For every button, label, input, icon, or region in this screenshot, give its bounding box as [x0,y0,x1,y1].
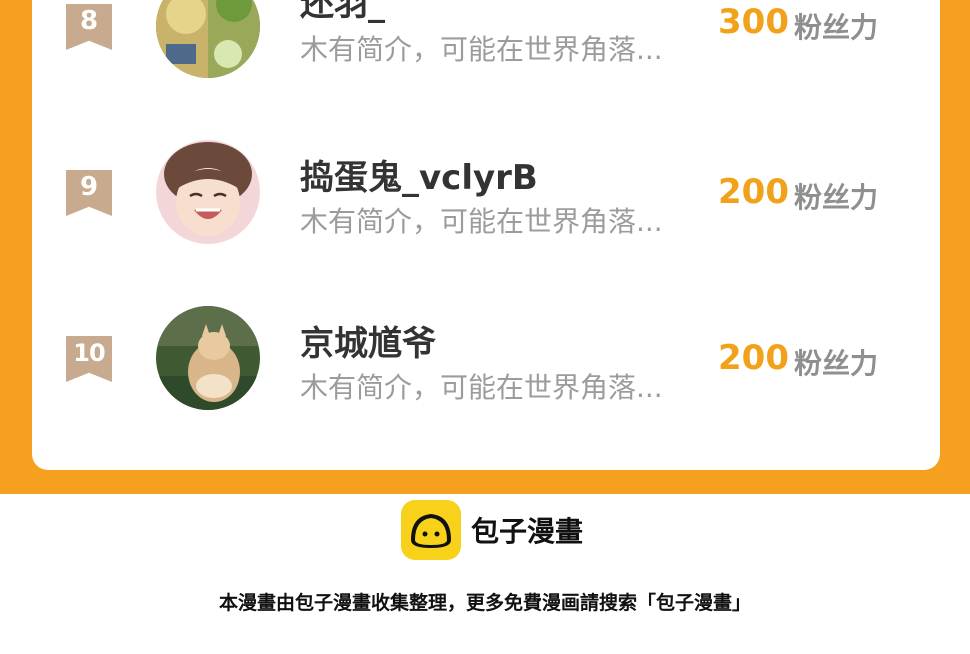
fan-power-unit: 粉丝力 [794,181,879,214]
fan-power-score: 300 [718,2,789,42]
fan-power-unit: 粉丝力 [794,11,879,44]
rank-badge: 10 [66,336,112,382]
user-intro: 木有简介，可能在世界角落... [300,371,663,404]
ranking-row[interactable]: 9 捣蛋鬼_vclyrB 木有简介，可能在世界角落... 200 粉丝力 [32,126,940,266]
fan-power-unit: 粉丝力 [794,347,879,380]
ranking-row[interactable]: 10 京城馗爷 木有简介，可能在世界角落... 200 粉丝力 [32,292,940,432]
footer-notice: 本漫畫由包子漫畫收集整理，更多免費漫画請搜索「包子漫畫」 [218,592,751,614]
user-avatar[interactable] [156,140,260,244]
ranking-card: 8 还羽_ 木有简介，可能在世界角落... 300 粉丝力 9 捣蛋鬼_vcly… [32,0,940,470]
user-name[interactable]: 还羽_ [300,0,385,25]
illustration-avatar [156,0,260,78]
fan-power-score: 200 [718,172,789,212]
rank-badge: 8 [66,4,112,50]
user-intro: 木有简介，可能在世界角落... [300,33,663,66]
user-avatar[interactable] [156,0,260,78]
rank-badge: 9 [66,170,112,216]
user-name[interactable]: 捣蛋鬼_vclyrB [300,150,538,199]
anime-boy-avatar [156,140,260,244]
user-intro: 木有简介，可能在世界角落... [300,205,663,238]
fan-power-score: 200 [718,338,789,378]
cat-photo-avatar [156,306,260,410]
user-avatar[interactable] [156,306,260,410]
user-name[interactable]: 京城馗爷 [300,316,436,365]
bun-logo-icon [401,500,461,560]
ranking-row[interactable]: 8 还羽_ 木有简介，可能在世界角落... 300 粉丝力 [32,0,940,100]
brand-name: 包子漫畫 [471,515,584,548]
